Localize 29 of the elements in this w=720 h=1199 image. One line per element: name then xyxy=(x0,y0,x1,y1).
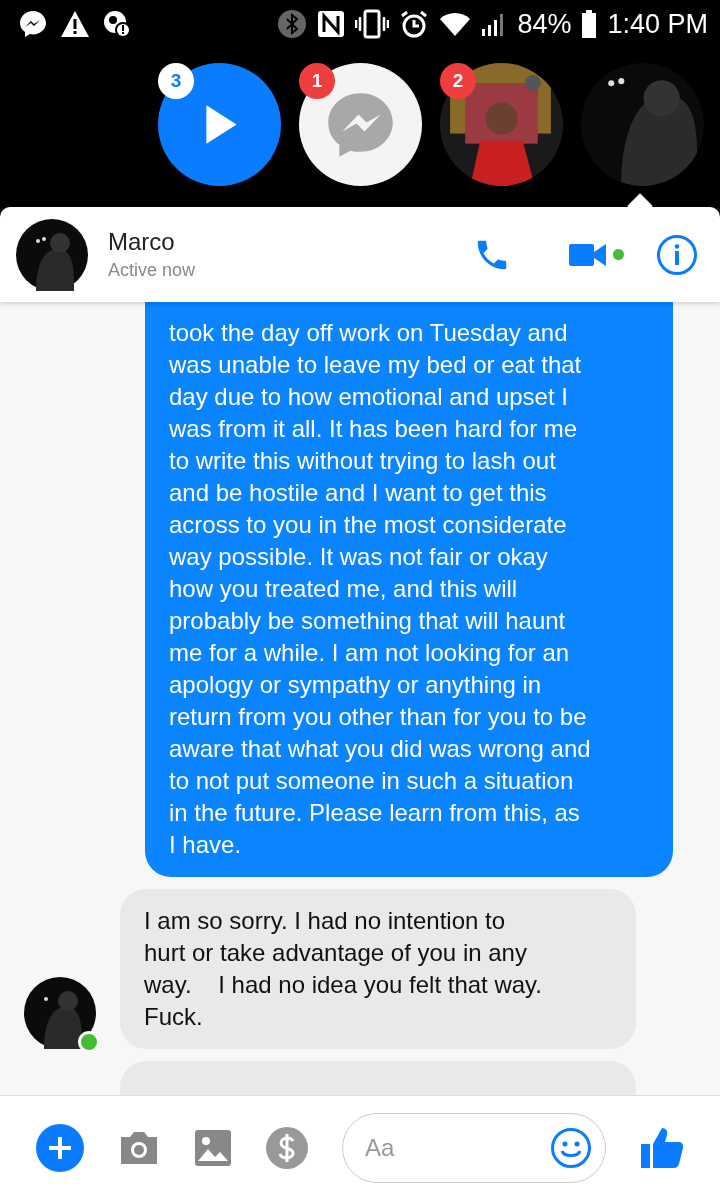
unread-count-badge: 3 xyxy=(158,63,194,99)
add-icon[interactable] xyxy=(36,1123,84,1172)
nfc-icon xyxy=(317,10,346,38)
image-icon[interactable] xyxy=(194,1128,232,1167)
thumbs-up-icon[interactable] xyxy=(640,1125,684,1170)
battery-icon xyxy=(581,10,598,38)
battery-percent: 84% xyxy=(517,8,572,40)
alert-badge-icon xyxy=(102,9,132,39)
bluetooth-icon xyxy=(277,9,308,39)
alarm-icon xyxy=(399,9,430,39)
warning-icon xyxy=(60,10,90,38)
emoji-icon[interactable] xyxy=(550,1126,592,1169)
play-chat-head[interactable] xyxy=(158,63,281,186)
video-call-icon[interactable] xyxy=(569,241,607,268)
info-icon[interactable] xyxy=(656,233,698,276)
sent-message: took the day off work on Tuesday and was unable to leave my bed or eat that day due to how emotional and upset I was from it all. It has been hard for me to write this without trying to lash out and be hostile and I want to get this across to you in the most considerate way possible. It was not fair or okay how you treated me, and this will probably be something that will haunt me for a while. I am not looking for an apology or sympathy or anything in return from you other than for you to be aware that what you did was wrong and to not put someone in such a situation in the future. Please learn from this, as I have. xyxy=(145,302,673,877)
camera-icon[interactable] xyxy=(118,1129,160,1166)
unread-count-badge: 2 xyxy=(440,63,476,99)
active-status: Active now xyxy=(108,260,197,281)
clock: 1:40 PM xyxy=(607,8,708,40)
contact-name: Marco xyxy=(108,228,176,256)
payment-icon[interactable] xyxy=(266,1126,308,1169)
wifi-icon xyxy=(439,11,472,37)
message-input[interactable]: Aa xyxy=(342,1112,606,1183)
messenger-icon xyxy=(18,9,48,39)
unread-count-badge: 1 xyxy=(299,63,335,99)
messenger-chat-head[interactable] xyxy=(299,63,422,186)
received-message: I am so sorry. I had no intention to hurt or take advantage of you in any way. I had no idea you felt that way. Fuck. xyxy=(120,889,636,1049)
vibrate-icon xyxy=(355,9,390,39)
